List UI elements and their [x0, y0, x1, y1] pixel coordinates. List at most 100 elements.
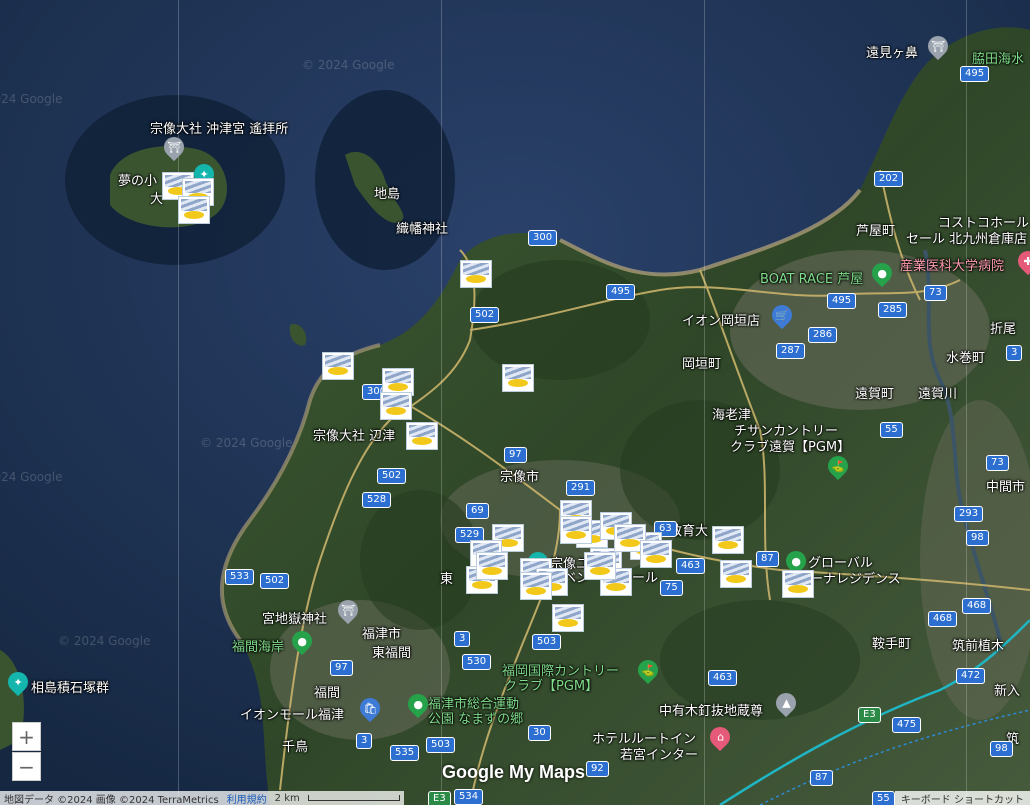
place-label: 東福間: [372, 646, 412, 661]
place-label: 芦屋町: [856, 224, 896, 239]
marker-glyph-icon: ⌂: [716, 730, 724, 744]
fish-icon: [466, 275, 486, 283]
place-label: 産業医科大学病院: [900, 259, 1005, 274]
marker-glyph-icon: ●: [877, 266, 887, 280]
road-number-shield: 463: [676, 558, 706, 574]
road-number-shield: 535: [390, 745, 420, 761]
road-number-shield: 533: [225, 569, 255, 585]
watermark: © 2024 Google: [302, 58, 395, 72]
photo-sky: [523, 575, 549, 587]
marker-glyph-icon: ▲: [781, 696, 791, 710]
road-number-shield: 87: [810, 770, 833, 786]
photo-sky: [383, 395, 409, 407]
zoom-out-button[interactable]: −: [12, 752, 41, 781]
road-number-shield: 495: [827, 293, 857, 309]
road-number-shield: 3: [1006, 345, 1023, 361]
place-label: 東: [440, 572, 454, 587]
google-my-maps-logo: Google My Maps: [442, 762, 586, 782]
expressway-shield: E3: [428, 791, 451, 805]
road-number-shield: 463: [708, 670, 738, 686]
fish-icon: [606, 583, 626, 591]
map-footer: 地図データ ©2024 画像 ©2024 TerraMetrics 利用規約 2…: [0, 791, 404, 805]
photo-marker[interactable]: [380, 392, 412, 420]
marker-glyph-icon: ⛩: [931, 39, 945, 53]
photo-marker[interactable]: [720, 560, 752, 588]
photo-sky: [495, 527, 521, 539]
road-number-shield: 97: [504, 447, 527, 463]
grid-line: [966, 0, 967, 805]
photo-sky: [617, 527, 643, 539]
keyboard-shortcuts-button[interactable]: キーボード ショートカット: [894, 791, 1030, 805]
photo-marker[interactable]: [476, 552, 508, 580]
photo-marker[interactable]: [178, 196, 210, 224]
photo-sky: [181, 199, 207, 211]
place-label: 相島積石塚群: [31, 681, 110, 696]
place-label: イオンモール福津: [240, 708, 345, 723]
photo-marker[interactable]: [502, 364, 534, 392]
road-number-shield: 468: [962, 598, 992, 614]
road-number-shield: 502: [377, 468, 407, 484]
place-label: 遠賀町: [855, 387, 895, 402]
photo-marker[interactable]: [322, 352, 354, 380]
road-number-shield: 285: [878, 302, 908, 318]
photo-sky: [505, 367, 531, 379]
photo-marker[interactable]: [584, 552, 616, 580]
photo-marker[interactable]: [552, 604, 584, 632]
fish-icon: [590, 567, 610, 575]
road-number-shield: 3: [454, 631, 471, 647]
photo-marker[interactable]: [782, 570, 814, 598]
road-number-shield: 300: [528, 230, 558, 246]
zoom-in-button[interactable]: +: [12, 722, 41, 751]
terms-link[interactable]: 利用規約: [227, 791, 267, 805]
road-number-shield: 97: [330, 660, 353, 676]
grid-line: [441, 0, 442, 805]
place-label: 中間市: [986, 480, 1026, 495]
place-label: イオン岡垣店: [682, 314, 761, 329]
watermark: © 2024 Google: [0, 92, 63, 106]
map-canvas[interactable]: © 2024 Google © 2024 Google © 2024 Googl…: [0, 0, 1030, 805]
watermark: © 2024 Google: [200, 436, 293, 450]
photo-marker[interactable]: [712, 526, 744, 554]
road-number-shield: 30: [528, 725, 551, 741]
road-number-shield: 286: [808, 327, 838, 343]
road-number-shield: 75: [660, 580, 683, 596]
place-label: 遠見ヶ鼻: [866, 46, 919, 61]
road-number-shield: 202: [874, 171, 904, 187]
road-number-shield: 534: [454, 789, 484, 805]
marker-glyph-icon: ⛩: [167, 140, 181, 154]
road-number-shield: 468: [928, 611, 958, 627]
photo-marker[interactable]: [460, 260, 492, 288]
place-label: 脇田海水: [972, 52, 1025, 67]
place-label: 若宮インター: [620, 748, 699, 763]
road-number-shield: 495: [606, 284, 636, 300]
place-label: クラブ遠賀【PGM】: [730, 440, 851, 455]
marker-glyph-icon: ●: [413, 697, 423, 711]
photo-sky: [723, 563, 749, 575]
place-label: 新入: [994, 684, 1021, 699]
photo-sky: [463, 263, 489, 275]
road-number-shield: 98: [966, 530, 989, 546]
photo-marker[interactable]: [520, 572, 552, 600]
photo-sky: [479, 555, 505, 567]
road-number-shield: 73: [986, 455, 1009, 471]
road-number-shield: 69: [466, 503, 489, 519]
road-number-shield: 293: [954, 506, 984, 522]
road-number-shield: 475: [892, 717, 922, 733]
photo-sky: [563, 519, 589, 531]
photo-sky: [715, 529, 741, 541]
place-label: 福津市: [362, 627, 402, 642]
photo-sky: [563, 503, 589, 515]
photo-sky: [785, 573, 811, 585]
place-label: 千鳥: [282, 740, 309, 755]
fish-icon: [508, 379, 528, 387]
photo-marker[interactable]: [560, 516, 592, 544]
photo-sky: [325, 355, 351, 367]
photo-marker[interactable]: [640, 540, 672, 568]
place-label: 夢の小: [118, 174, 158, 189]
fish-icon: [328, 367, 348, 375]
place-label: ール: [632, 571, 659, 586]
marker-glyph-icon: 🛍: [363, 701, 377, 715]
expressway-shield: E3: [858, 707, 881, 723]
photo-sky: [409, 425, 435, 437]
photo-marker[interactable]: [406, 422, 438, 450]
